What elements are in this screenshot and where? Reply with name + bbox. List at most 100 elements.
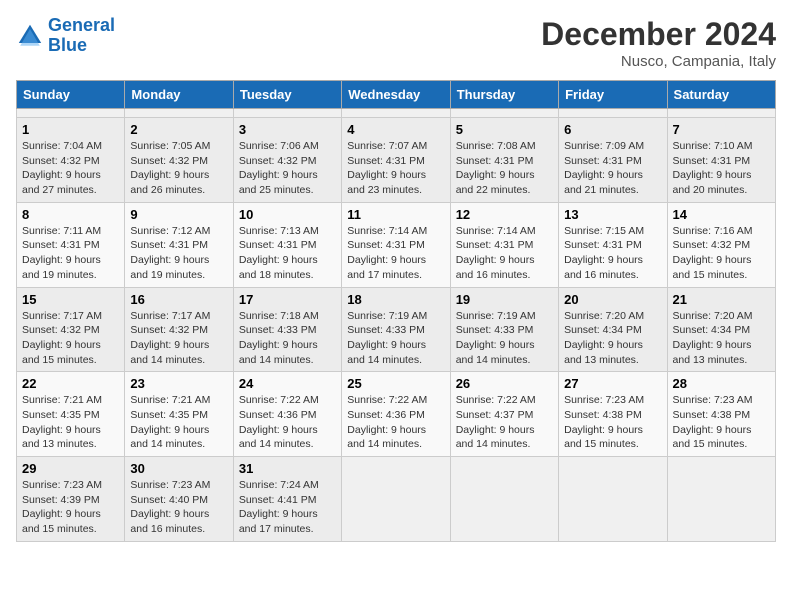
sunrise-text: Sunrise: 7:24 AM <box>239 479 319 491</box>
daylight-text: Daylight: 9 hours and 21 minutes. <box>564 169 643 196</box>
calendar-cell: 30 Sunrise: 7:23 AMSunset: 4:40 PMDayligh… <box>125 457 233 542</box>
sunrise-text: Sunrise: 7:21 AM <box>130 394 210 406</box>
day-info: Sunrise: 7:09 AMSunset: 4:31 PMDaylight:… <box>564 139 661 198</box>
logo-blue: Blue <box>48 35 87 55</box>
sunset-text: Sunset: 4:33 PM <box>347 324 425 336</box>
calendar-cell <box>342 109 450 118</box>
calendar-week-row: 22 Sunrise: 7:21 AM Sunset: 4:35 PM Dayligh… <box>17 372 776 457</box>
calendar-cell: 22Sunrise: 7:21 AMSunset: 4:35 PMDayligh… <box>17 372 125 457</box>
calendar-cell <box>17 109 125 118</box>
day-info: Sunrise: 7:22 AMSunset: 4:36 PMDaylight:… <box>239 393 336 452</box>
day-info: Sunrise: 7:10 AM Sunset: 4:31 PM Daylight:… <box>673 139 770 198</box>
day-number: 23 <box>130 376 227 391</box>
sunrise-text: Sunrise: 7:22 AM <box>456 394 536 406</box>
day-number: 25 <box>347 376 444 391</box>
sunset-text: Sunset: 4:34 PM <box>673 324 751 336</box>
day-info: Sunrise: 7:15 AMSunset: 4:31 PMDaylight:… <box>564 224 661 283</box>
col-header-thursday: Thursday <box>450 81 558 109</box>
calendar-cell: 16Sunrise: 7:17 AMSunset: 4:32 PMDayligh… <box>125 287 233 372</box>
day-number: 18 <box>347 292 444 307</box>
sunset-text: Sunset: 4:36 PM <box>347 409 425 421</box>
day-number: 30 <box>130 461 227 476</box>
calendar-cell: 9Sunrise: 7:12 AMSunset: 4:31 PMDaylight… <box>125 202 233 287</box>
sunset-text: Sunset: 4:31 PM <box>456 239 534 251</box>
sunrise-text: Sunrise: 7:23 AM <box>564 394 644 406</box>
sunrise-text: Sunrise: 7:23 AM <box>22 479 102 491</box>
day-info: Sunrise: 7:23 AMSunset: 4:40 PMDaylight:… <box>130 478 227 537</box>
daylight-text: Daylight: 9 hours and 16 minutes. <box>456 254 535 281</box>
sunset-text: Sunset: 4:31 PM <box>239 239 317 251</box>
sunset-text: Sunset: 4:39 PM <box>22 494 100 506</box>
day-number: 13 <box>564 207 661 222</box>
daylight-text: Daylight: 9 hours and 14 minutes. <box>347 424 426 451</box>
day-number: 3 <box>239 122 336 137</box>
daylight-text: Daylight: 9 hours and 16 minutes. <box>130 508 209 535</box>
sunset-text: Sunset: 4:31 PM <box>22 239 100 251</box>
day-info: Sunrise: 7:14 AMSunset: 4:31 PMDaylight:… <box>347 224 444 283</box>
sunrise-text: Sunrise: 7:05 AM <box>130 140 210 152</box>
calendar-cell: 3Sunrise: 7:06 AMSunset: 4:32 PMDaylight… <box>233 118 341 203</box>
sunset-text: Sunset: 4:35 PM <box>22 409 100 421</box>
day-number: 11 <box>347 207 444 222</box>
sunrise-text: Sunrise: 7:10 AM <box>673 140 753 152</box>
daylight-text: Daylight: 9 hours and 14 minutes. <box>239 339 318 366</box>
sunrise-text: Sunrise: 7:14 AM <box>456 225 536 237</box>
sunset-text: Sunset: 4:38 PM <box>673 409 751 421</box>
daylight-text: Daylight: 9 hours and 22 minutes. <box>456 169 535 196</box>
sunrise-text: Sunrise: 7:19 AM <box>347 310 427 322</box>
calendar-cell: 1Sunrise: 7:04 AMSunset: 4:32 PMDaylight… <box>17 118 125 203</box>
title-block: December 2024 Nusco, Campania, Italy <box>541 16 776 70</box>
day-number: 17 <box>239 292 336 307</box>
day-number: 28 <box>673 376 770 391</box>
calendar-cell <box>125 109 233 118</box>
sunrise-text: Sunrise: 7:23 AM <box>673 394 753 406</box>
day-number: 29 <box>22 461 119 476</box>
calendar-cell: 15Sunrise: 7:17 AMSunset: 4:32 PMDayligh… <box>17 287 125 372</box>
calendar-cell: 7 Sunrise: 7:10 AM Sunset: 4:31 PM Daylight… <box>667 118 775 203</box>
sunset-text: Sunset: 4:41 PM <box>239 494 317 506</box>
day-number: 10 <box>239 207 336 222</box>
day-number: 5 <box>456 122 553 137</box>
daylight-text: Daylight: 9 hours and 14 minutes. <box>239 424 318 451</box>
calendar-week-row: 8 Sunrise: 7:11 AMSunset: 4:31 PMDaylight… <box>17 202 776 287</box>
sunset-text: Sunset: 4:31 PM <box>564 239 642 251</box>
calendar-cell <box>450 109 558 118</box>
logo-general: General <box>48 15 115 35</box>
day-info: Sunrise: 7:21 AMSunset: 4:35 PMDaylight:… <box>22 393 119 452</box>
sunset-text: Sunset: 4:32 PM <box>130 155 208 167</box>
day-number: 9 <box>130 207 227 222</box>
sunset-text: Sunset: 4:31 PM <box>673 155 751 167</box>
day-number: 14 <box>673 207 770 222</box>
sunset-text: Sunset: 4:32 PM <box>130 324 208 336</box>
day-info: Sunrise: 7:17 AMSunset: 4:32 PMDaylight:… <box>22 309 119 368</box>
day-info: Sunrise: 7:19 AM Sunset: 4:33 PM Daylight:… <box>347 309 444 368</box>
col-header-tuesday: Tuesday <box>233 81 341 109</box>
day-info: Sunrise: 7:13 AMSunset: 4:31 PMDaylight:… <box>239 224 336 283</box>
calendar-cell: 21Sunrise: 7:20 AMSunset: 4:34 PMDayligh… <box>667 287 775 372</box>
daylight-text: Daylight: 9 hours and 14 minutes. <box>347 339 426 366</box>
sunset-text: Sunset: 4:36 PM <box>239 409 317 421</box>
calendar-week-row <box>17 109 776 118</box>
calendar-cell: 4Sunrise: 7:07 AMSunset: 4:31 PMDaylight… <box>342 118 450 203</box>
sunrise-text: Sunrise: 7:13 AM <box>239 225 319 237</box>
calendar-week-row: 1Sunrise: 7:04 AMSunset: 4:32 PMDaylight… <box>17 118 776 203</box>
sunset-text: Sunset: 4:37 PM <box>456 409 534 421</box>
sunset-text: Sunset: 4:34 PM <box>564 324 642 336</box>
daylight-text: Daylight: 9 hours and 13 minutes. <box>564 339 643 366</box>
daylight-text: Daylight: 9 hours and 23 minutes. <box>347 169 426 196</box>
calendar-cell: 8 Sunrise: 7:11 AMSunset: 4:31 PMDaylight… <box>17 202 125 287</box>
calendar-week-row: 29 Sunrise: 7:23 AM Sunset: 4:39 PM Dayligh… <box>17 457 776 542</box>
day-number: 6 <box>564 122 661 137</box>
day-number: 22 <box>22 376 119 391</box>
col-header-saturday: Saturday <box>667 81 775 109</box>
calendar-cell: 20Sunrise: 7:20 AMSunset: 4:34 PMDayligh… <box>559 287 667 372</box>
calendar-cell <box>667 109 775 118</box>
sunrise-text: Sunrise: 7:21 AM <box>22 394 102 406</box>
day-info: Sunrise: 7:22 AMSunset: 4:37 PMDaylight:… <box>456 393 553 452</box>
day-info: Sunrise: 7:11 AMSunset: 4:31 PMDaylight:… <box>22 224 119 283</box>
sunrise-text: Sunrise: 7:20 AM <box>564 310 644 322</box>
day-number: 7 <box>673 122 770 137</box>
daylight-text: Daylight: 9 hours and 13 minutes. <box>673 339 752 366</box>
daylight-text: Daylight: 9 hours and 20 minutes. <box>673 169 752 196</box>
day-number: 8 <box>22 207 119 222</box>
